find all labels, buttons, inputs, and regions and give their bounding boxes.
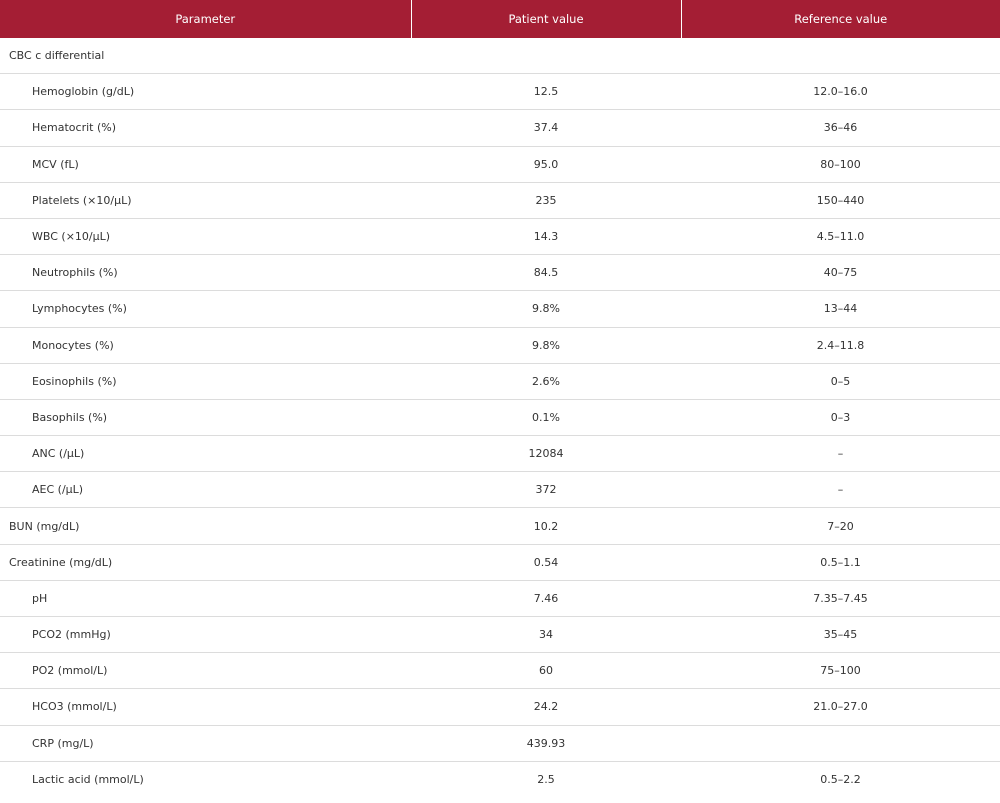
table-row: Eosinophils (%) 2.6% 0–5 bbox=[0, 363, 1000, 400]
table-row: AEC (/μL) 372– bbox=[0, 471, 1000, 509]
reference-value-cell: 150–440 bbox=[681, 182, 1000, 219]
parameter-cell: Hematocrit (%) bbox=[0, 109, 411, 147]
patient-value-cell: 12.5 bbox=[411, 73, 681, 111]
patient-value-cell: 95.0 bbox=[411, 146, 681, 183]
reference-value-cell: 0–3 bbox=[681, 399, 1000, 437]
reference-value-cell: 0.5–2.2 bbox=[820, 772, 861, 786]
parameter-cell: AEC (/μL) bbox=[0, 471, 411, 509]
parameter-cell: Hemoglobin (g/dL) bbox=[0, 73, 411, 111]
table-row: Basophils (%) 0.1% 0–3 bbox=[0, 399, 1000, 437]
table-row: PCO2 (mmHg) 34 35–45 bbox=[0, 616, 1000, 654]
patient-value-cell: 14.3 bbox=[411, 218, 681, 256]
patient-value-cell: 0.1% bbox=[411, 399, 681, 437]
header-parameter: Parameter bbox=[0, 0, 412, 38]
table-row: Hematocrit (%) 37.4 36–46 bbox=[0, 109, 1000, 147]
reference-value-cell: 0–5 bbox=[681, 363, 1000, 400]
reference-value-cell: 80–100 bbox=[681, 146, 1000, 183]
reference-value-cell: 40–75 bbox=[681, 254, 1000, 292]
reference-value-cell: 21.0–27.0 bbox=[681, 688, 1000, 726]
parameter-cell: BUN (mg/dL) bbox=[0, 507, 411, 545]
reference-value-cell: 36–46 bbox=[681, 109, 1000, 147]
table-row: Creatinine (mg/dL) 0.54 0.5–1.1 bbox=[0, 544, 1000, 581]
patient-value-cell: 24.2 bbox=[411, 688, 681, 726]
patient-value-cell: 0.54 bbox=[411, 544, 681, 581]
parameter-cell: Platelets (×10/μL) bbox=[0, 182, 411, 219]
patient-value-cell: 9.8% bbox=[411, 290, 681, 328]
reference-value-cell: 7–20 bbox=[681, 507, 1000, 545]
parameter-cell: WBC (×10/μL) bbox=[0, 218, 411, 256]
table-row: BUN (mg/dL) 10.2 7–20 bbox=[0, 507, 1000, 545]
patient-value-cell: 7.46 bbox=[411, 580, 681, 618]
parameter-cell: Lymphocytes (%) bbox=[0, 290, 411, 328]
patient-value-cell: 12084 bbox=[411, 435, 681, 473]
patient-value-cell: 2.5 bbox=[537, 772, 555, 786]
patient-value-cell: 10.2 bbox=[411, 507, 681, 545]
table-row: pH 7.46 7.35–7.45 bbox=[0, 580, 1000, 618]
parameter-cell: Lactic acid (mmol/L) bbox=[32, 772, 144, 786]
reference-value-cell: – bbox=[681, 471, 1000, 509]
table-row: HCO3 (mmol/L) 24.2 21.0–27.0 bbox=[0, 688, 1000, 726]
parameter-cell: MCV (fL) bbox=[0, 146, 411, 183]
lab-results-table: Parameter Patient value Reference value … bbox=[0, 0, 1000, 797]
table-row: ANC (/μL) 12084– bbox=[0, 435, 1000, 473]
patient-value-cell: 34 bbox=[411, 616, 681, 654]
header-row: Parameter Patient value Reference value bbox=[0, 0, 1000, 38]
table-row: Platelets (×10/μL) 235 150–440 bbox=[0, 182, 1000, 219]
patient-value-cell: 37.4 bbox=[411, 109, 681, 147]
parameter-cell: Basophils (%) bbox=[0, 399, 411, 437]
parameter-cell: Monocytes (%) bbox=[0, 327, 411, 364]
reference-value-cell: 0.5–1.1 bbox=[681, 544, 1000, 581]
reference-value-cell bbox=[681, 38, 1000, 75]
table-row: Lactic acid (mmol/L) 2.5 0.5–2.2 bbox=[0, 761, 1000, 797]
patient-value-cell: 2.6% bbox=[411, 363, 681, 400]
table-row: MCV (fL) 95.0 80–100 bbox=[0, 146, 1000, 183]
parameter-cell: Creatinine (mg/dL) bbox=[0, 544, 411, 581]
table-row: CRP (mg/L) 439.93 bbox=[0, 725, 1000, 762]
table-row: WBC (×10/μL) 14.3 4.5–11.0 bbox=[0, 218, 1000, 256]
table-row: Monocytes (%) 9.8% 2.4–11.8 bbox=[0, 327, 1000, 364]
parameter-cell: Eosinophils (%) bbox=[0, 363, 411, 400]
table-row: Hemoglobin (g/dL) 12.5 12.0–16.0 bbox=[0, 73, 1000, 111]
table-row: CBC c differential bbox=[0, 38, 1000, 75]
parameter-cell: pH bbox=[0, 580, 411, 618]
reference-value-cell: 75–100 bbox=[681, 652, 1000, 690]
patient-value-cell: 372 bbox=[411, 471, 681, 509]
parameter-cell: PO2 (mmol/L) bbox=[0, 652, 411, 690]
reference-value-cell: 7.35–7.45 bbox=[681, 580, 1000, 618]
table-row: Neutrophils (%) 84.5 40–75 bbox=[0, 254, 1000, 292]
table-row: Lymphocytes (%) 9.8% 13–44 bbox=[0, 290, 1000, 328]
patient-value-cell: 439.93 bbox=[411, 725, 681, 762]
parameter-cell: HCO3 (mmol/L) bbox=[0, 688, 411, 726]
reference-value-cell: – bbox=[681, 435, 1000, 473]
table-body: CBC c differential Hemoglobin (g/dL) 12.5 1… bbox=[0, 38, 1000, 797]
reference-value-cell: 13–44 bbox=[681, 290, 1000, 328]
parameter-cell: Neutrophils (%) bbox=[0, 254, 411, 292]
parameter-cell: ANC (/μL) bbox=[0, 435, 411, 473]
parameter-cell: CBC c differential bbox=[0, 38, 411, 75]
parameter-cell: PCO2 (mmHg) bbox=[0, 616, 411, 654]
reference-value-cell: 35–45 bbox=[681, 616, 1000, 654]
patient-value-cell bbox=[411, 38, 681, 75]
reference-value-cell: 12.0–16.0 bbox=[681, 73, 1000, 111]
reference-value-cell bbox=[681, 725, 1000, 762]
patient-value-cell: 60 bbox=[411, 652, 681, 690]
patient-value-cell: 9.8% bbox=[411, 327, 681, 364]
parameter-cell: CRP (mg/L) bbox=[0, 725, 411, 762]
patient-value-cell: 84.5 bbox=[411, 254, 681, 292]
header-patient-value: Patient value bbox=[411, 0, 682, 38]
header-reference-value: Reference value bbox=[681, 0, 1000, 38]
table-header: Parameter Patient value Reference value bbox=[0, 0, 1000, 38]
reference-value-cell: 4.5–11.0 bbox=[681, 218, 1000, 256]
reference-value-cell: 2.4–11.8 bbox=[681, 327, 1000, 364]
table-row: PO2 (mmol/L) 60 75–100 bbox=[0, 652, 1000, 690]
patient-value-cell: 235 bbox=[411, 182, 681, 219]
